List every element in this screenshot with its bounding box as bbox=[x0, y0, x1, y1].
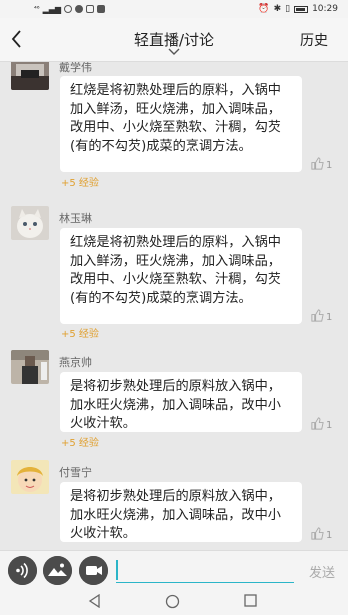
like-button[interactable]: 1 bbox=[310, 416, 332, 431]
like-button[interactable]: 1 bbox=[310, 308, 332, 323]
avatar-image bbox=[11, 350, 49, 384]
voice-button[interactable] bbox=[8, 556, 37, 585]
exp-badge: +5 经验 bbox=[61, 178, 99, 189]
nav-bar: 轻直播/讨论 历史 bbox=[0, 18, 348, 62]
like-count: 1 bbox=[326, 420, 333, 431]
image-button[interactable] bbox=[43, 556, 72, 585]
recents-square-icon[interactable] bbox=[244, 594, 257, 607]
avatar[interactable] bbox=[11, 460, 49, 494]
status-right-icons: ⏰ ✱ ▯ 10:29 bbox=[258, 4, 338, 14]
signal-icon: ⁴⁶ bbox=[34, 5, 40, 13]
user-name: 燕京帅 bbox=[59, 356, 92, 369]
status-time: 10:29 bbox=[312, 4, 338, 14]
message-input[interactable] bbox=[116, 557, 294, 583]
video-icon bbox=[79, 556, 108, 585]
text-cursor bbox=[116, 560, 118, 580]
bluetooth-icon: ✱ bbox=[273, 4, 282, 14]
avatar[interactable] bbox=[11, 350, 49, 384]
chevron-down-icon[interactable] bbox=[167, 46, 181, 58]
send-button[interactable]: 发送 bbox=[309, 562, 335, 581]
like-count: 1 bbox=[326, 530, 333, 541]
message-bubble[interactable]: 红烧是将初熟处理后的原料，入锅中加入鲜汤，旺火烧沸，加入调味品，改用中、小火烧至… bbox=[60, 228, 302, 324]
thumbs-up-icon bbox=[311, 417, 324, 430]
like-count: 1 bbox=[326, 312, 333, 323]
avatar[interactable] bbox=[11, 206, 49, 240]
signal-bars-icon: ▂▄▆ bbox=[42, 4, 62, 14]
thumbs-up-icon bbox=[311, 527, 324, 540]
thumbs-up-icon bbox=[311, 309, 324, 322]
avatar[interactable] bbox=[11, 62, 49, 90]
app-icon bbox=[75, 5, 84, 13]
like-button[interactable]: 1 bbox=[310, 526, 332, 541]
user-name: 戴学伟 bbox=[59, 62, 92, 74]
system-nav-bar bbox=[0, 588, 348, 615]
message-list[interactable]: 戴学伟 红烧是将初熟处理后的原料，入锅中加入鲜汤，旺火烧沸，加入调味品，改用中、… bbox=[0, 62, 348, 550]
back-triangle-icon[interactable] bbox=[88, 594, 102, 608]
alarm-icon: ⏰ bbox=[258, 4, 270, 14]
avatar-image bbox=[11, 460, 49, 494]
status-left-icons: ⁴⁶ ▂▄▆ bbox=[34, 4, 106, 14]
message-bubble[interactable]: 红烧是将初熟处理后的原料，入锅中加入鲜汤，旺火烧沸，加入调味品，改用中、小火烧至… bbox=[60, 76, 302, 172]
home-circle-icon[interactable] bbox=[165, 594, 180, 609]
message-bubble[interactable]: 是将初步熟处理后的原料放入锅中，加水旺火烧沸，加入调味品，改中小火收汁软。 bbox=[60, 482, 302, 542]
battery-icon bbox=[294, 5, 309, 13]
notification-icon bbox=[86, 5, 95, 13]
user-name: 付雪宁 bbox=[59, 466, 92, 479]
thumbs-up-icon bbox=[311, 157, 324, 170]
wifi-icon bbox=[64, 5, 73, 13]
avatar-image bbox=[11, 62, 49, 90]
user-name: 林玉琳 bbox=[59, 212, 92, 225]
input-bar: 发送 bbox=[0, 550, 348, 588]
image-icon bbox=[43, 556, 72, 585]
message-icon bbox=[97, 5, 106, 13]
message-bubble[interactable]: 是将初步熟处理后的原料放入锅中，加水旺火烧沸，加入调味品，改中小火收汁软。 bbox=[60, 372, 302, 432]
exp-badge: +5 经验 bbox=[61, 329, 99, 340]
video-button[interactable] bbox=[79, 556, 108, 585]
history-button[interactable]: 历史 bbox=[300, 30, 328, 50]
like-count: 1 bbox=[326, 160, 333, 171]
like-button[interactable]: 1 bbox=[310, 156, 332, 171]
status-bar: ⁴⁶ ▂▄▆ ⏰ ✱ ▯ 10:29 bbox=[0, 0, 348, 18]
exp-badge: +5 经验 bbox=[61, 438, 99, 449]
voice-icon bbox=[8, 556, 37, 585]
avatar-image bbox=[11, 206, 49, 240]
vibrate-icon: ▯ bbox=[285, 4, 291, 14]
